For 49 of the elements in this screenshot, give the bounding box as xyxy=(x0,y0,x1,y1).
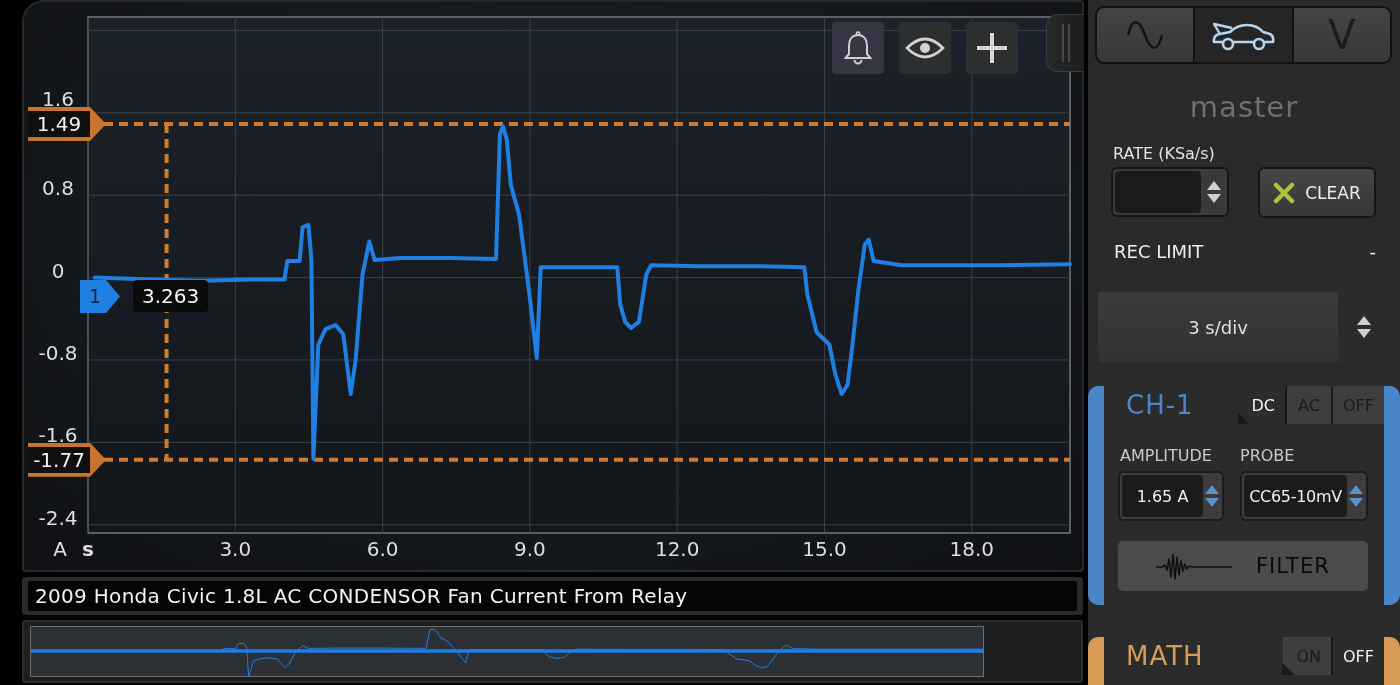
y-axis-unit: A xyxy=(53,537,67,561)
x-tick-label: 3.0 xyxy=(219,537,252,561)
cursor-handle[interactable]: 1.49 xyxy=(28,107,106,142)
rec-limit-label: REC LIMIT xyxy=(1114,241,1204,263)
y-tick-label: -0.8 xyxy=(38,340,78,365)
x-tick-label: 6.0 xyxy=(366,537,399,561)
cursor-line[interactable] xyxy=(104,457,1070,462)
coupling-tab[interactable]: DC xyxy=(1237,386,1285,424)
cursor-handle[interactable]: -1.77 xyxy=(28,442,106,477)
field-label: AMPLITUDE xyxy=(1120,446,1213,466)
card-title: CH-1 xyxy=(1125,389,1194,422)
clear-button[interactable]: CLEAR xyxy=(1258,167,1376,218)
y-tick-label: 0 xyxy=(51,258,65,283)
x-tick-label: 15.0 xyxy=(802,537,847,561)
trace-title-field[interactable]: 2009 Honda Civic 1.8L AC CONDENSOR Fan Current From Relay xyxy=(28,581,1077,611)
rec-limit-value: - xyxy=(1369,241,1376,263)
eye-icon xyxy=(905,36,945,60)
up-down-arrows-icon xyxy=(1205,484,1219,508)
mode-tab[interactable] xyxy=(1195,8,1292,62)
visibility-button[interactable] xyxy=(899,22,951,74)
cursor-line[interactable] xyxy=(104,122,1070,127)
y-tick-label: 0.8 xyxy=(42,176,74,201)
sine-wave-icon xyxy=(1126,21,1165,49)
card-title: MATH xyxy=(1125,640,1204,673)
section-title: master xyxy=(1188,90,1300,124)
alert-button[interactable] xyxy=(832,22,884,74)
x-tick-label: 18.0 xyxy=(949,537,995,561)
up-down-arrows-icon xyxy=(1357,315,1371,339)
cursor-readout: 3.263 xyxy=(133,280,209,312)
amplitude-field[interactable]: 1.65 A xyxy=(1118,471,1224,521)
plus-icon xyxy=(977,33,1007,63)
x-tick-label: 12.0 xyxy=(654,537,700,561)
rate-field[interactable] xyxy=(1111,167,1229,217)
grip-icon xyxy=(1059,23,1072,63)
up-down-arrows-icon xyxy=(1207,180,1221,204)
y-tick-label: -2.4 xyxy=(38,505,78,530)
timebase-selector[interactable]: 3 s/div xyxy=(1098,292,1390,362)
x-axis-unit: s xyxy=(82,537,94,561)
bell-icon xyxy=(844,31,872,65)
probe-field[interactable]: CC65-10mV xyxy=(1240,471,1368,521)
field-label: PROBE xyxy=(1240,446,1295,466)
x-tick-label: 9.0 xyxy=(514,537,546,561)
up-down-arrows-icon xyxy=(1349,484,1363,508)
field-label: RATE (KSa/s) xyxy=(1113,144,1216,164)
mode-toggle-tab[interactable]: OFF xyxy=(1333,637,1384,675)
waveform-icon xyxy=(1156,551,1232,581)
drawer-handle[interactable] xyxy=(1046,14,1084,72)
x-mark-icon xyxy=(1273,181,1296,204)
add-button[interactable] xyxy=(966,22,1018,74)
